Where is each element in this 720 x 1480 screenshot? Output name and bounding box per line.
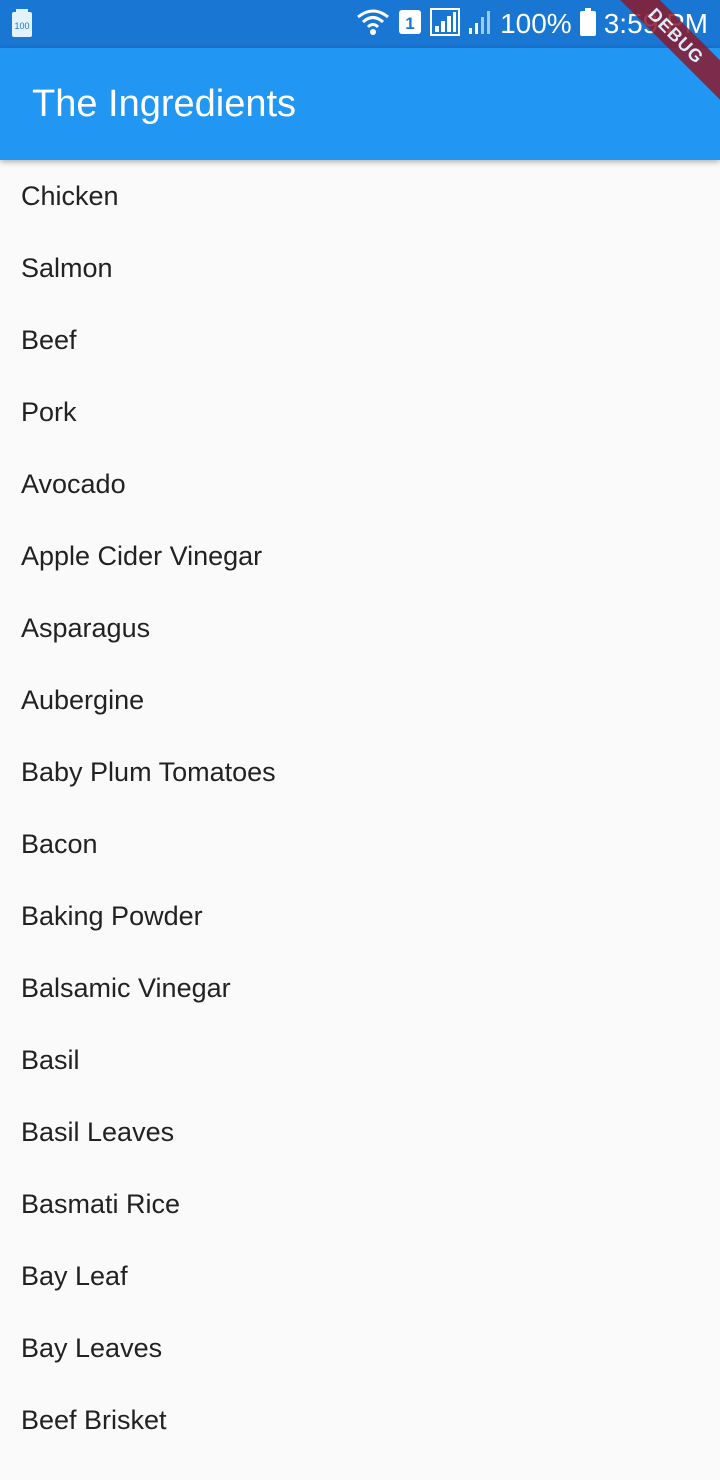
battery-saver-icon: 100 [12,9,32,37]
sim-slot-icon: 1 [398,8,422,41]
status-bar: 100 1 100% 3:59 PM [0,0,720,48]
list-item[interactable]: Aubergine [0,664,720,736]
sim-slot-number: 1 [405,14,414,33]
list-item[interactable]: Beef [0,304,720,376]
list-item[interactable]: Bacon [0,808,720,880]
list-item[interactable]: Asparagus [0,592,720,664]
clock: 3:59 PM [603,8,708,39]
list-item[interactable]: Avocado [0,448,720,520]
ingredient-list[interactable]: Chicken Salmon Beef Pork Avocado Apple C… [0,160,720,1480]
list-item[interactable]: Salmon [0,232,720,304]
list-item[interactable]: Pork [0,376,720,448]
list-item[interactable]: Basmati Rice [0,1168,720,1240]
list-item[interactable]: Chicken [0,160,720,232]
list-item[interactable]: Basil [0,1024,720,1096]
list-item[interactable]: Bay Leaves [0,1312,720,1384]
status-indicators: 1 100% 3:59 PM [356,0,708,48]
battery-percent: 100% [500,8,572,39]
signal-strength-icon [430,7,461,41]
list-item[interactable]: Balsamic Vinegar [0,952,720,1024]
list-item[interactable]: Baking Powder [0,880,720,952]
list-item[interactable]: Basil Leaves [0,1096,720,1168]
wifi-icon [356,8,390,41]
list-item[interactable]: Bay Leaf [0,1240,720,1312]
app-screen: 100 1 100% 3:59 PM The Ingredients Chick… [0,0,720,1480]
battery-saver-label: 100 [14,21,29,31]
battery-icon [579,7,596,41]
list-item[interactable]: Beef Brisket [0,1384,720,1456]
page-title: The Ingredients [32,83,297,125]
list-item[interactable]: Apple Cider Vinegar [0,520,720,592]
list-item[interactable]: Baby Plum Tomatoes [0,736,720,808]
app-bar: The Ingredients [0,48,720,160]
signal-secondary-icon [468,8,492,41]
